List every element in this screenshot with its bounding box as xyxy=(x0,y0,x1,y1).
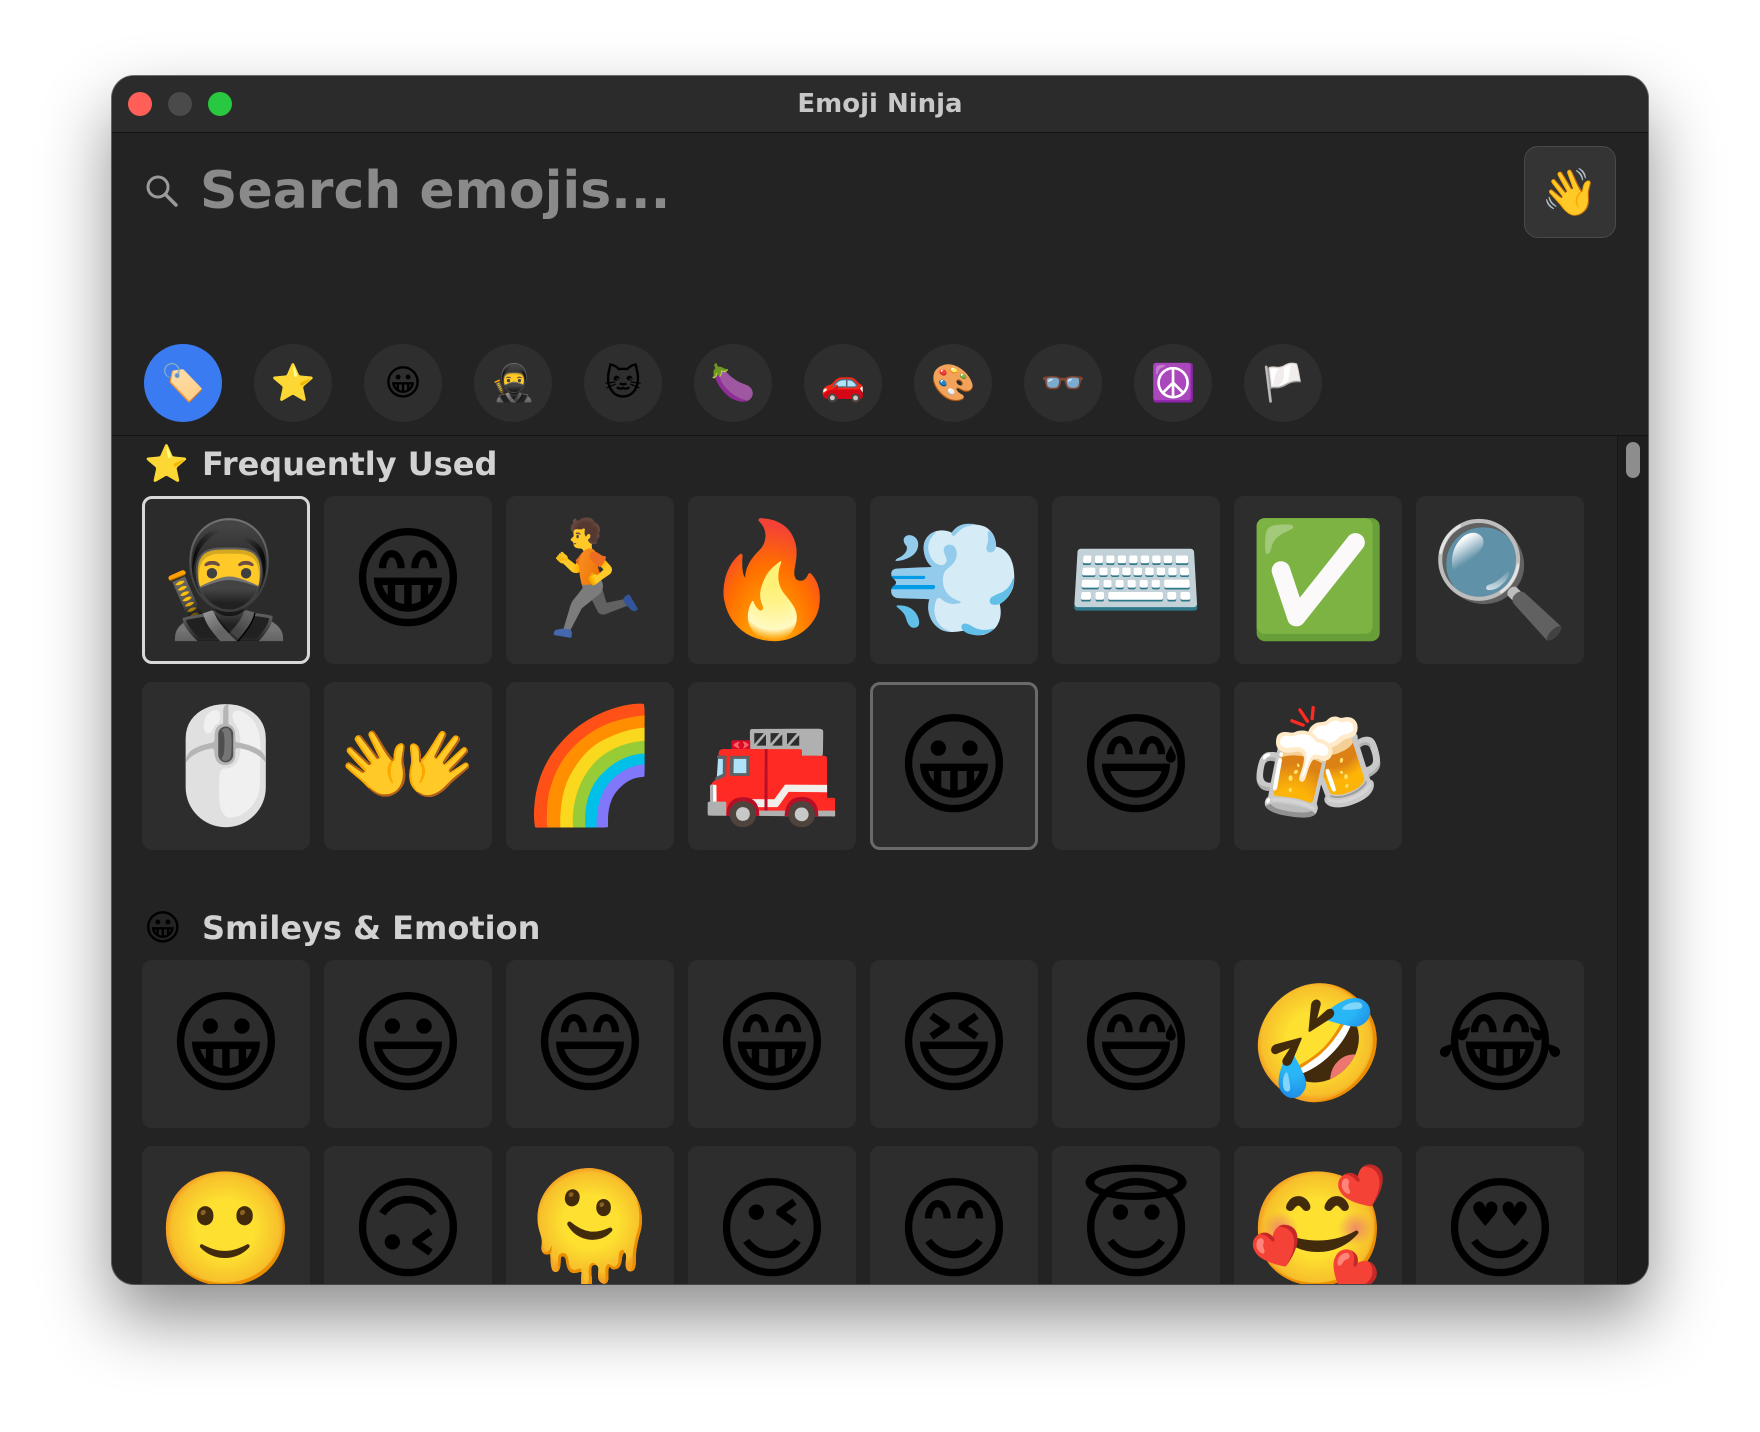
emoji-cell[interactable]: 😇 xyxy=(1052,1146,1220,1284)
category-tab-car[interactable]: 🚗 xyxy=(804,344,882,422)
emoji-cell[interactable]: 🥰 xyxy=(1234,1146,1402,1284)
emoji-cell[interactable]: 💨 xyxy=(870,496,1038,664)
emoji-cell[interactable]: 😁 xyxy=(324,496,492,664)
section-icon: ⭐ xyxy=(144,444,189,485)
emoji-cell[interactable]: 😅 xyxy=(1052,682,1220,850)
category-tab-glasses[interactable]: 👓 xyxy=(1024,344,1102,422)
emoji-cell[interactable]: 🌈 xyxy=(506,682,674,850)
emoji-cell[interactable]: 😍 xyxy=(1416,1146,1584,1284)
category-tab-smiley[interactable]: 😀 xyxy=(364,344,442,422)
emoji-cell[interactable]: 👐 xyxy=(324,682,492,850)
title-bar: Emoji Ninja xyxy=(112,76,1648,133)
emoji-cell[interactable]: ⌨️ xyxy=(1052,496,1220,664)
emoji-cell[interactable]: 🤣 xyxy=(1234,960,1402,1128)
emoji-cell[interactable]: 😀 xyxy=(142,960,310,1128)
emoji-cell[interactable]: 😅 xyxy=(1052,960,1220,1128)
skin-tone-button[interactable]: 👋 xyxy=(1524,146,1616,238)
window-title: Emoji Ninja xyxy=(797,89,963,119)
emoji-cell[interactable]: 😉 xyxy=(688,1146,856,1284)
category-tab-star[interactable]: ⭐ xyxy=(254,344,332,422)
emoji-cell[interactable]: 🖱️ xyxy=(142,682,310,850)
category-tab-ninja[interactable]: 🥷 xyxy=(474,344,552,422)
app-window: Emoji Ninja 👋 🏷️ ⭐ 😀 🥷 🐱 🍆 🚗 🎨 👓 ☮️ 🏳️ ⭐ Frequently… xyxy=(112,76,1648,1284)
emoji-cell[interactable]: 🥷 xyxy=(142,496,310,664)
emoji-cell[interactable]: 🔍 xyxy=(1416,496,1584,664)
category-tab-peace[interactable]: ☮️ xyxy=(1134,344,1212,422)
category-tab-palette[interactable]: 🎨 xyxy=(914,344,992,422)
scrollbar-thumb[interactable] xyxy=(1626,442,1640,478)
category-tab-cat[interactable]: 🐱 xyxy=(584,344,662,422)
section-header: 😀 Smileys & Emotion xyxy=(144,904,540,952)
emoji-cell[interactable]: 🏃 xyxy=(506,496,674,664)
emoji-cell[interactable]: 😊 xyxy=(870,1146,1038,1284)
category-tab-tag[interactable]: 🏷️ xyxy=(144,344,222,422)
emoji-cell[interactable]: 🫠 xyxy=(506,1146,674,1284)
emoji-cell[interactable]: ✅ xyxy=(1234,496,1402,664)
emoji-list[interactable]: ⭐ Frequently Used 🥷 😁 🏃 🔥 💨 ⌨️ ✅ 🔍 🖱️ 👐 🌈 🚒 😀 😅 🍻 😀 Smiley… xyxy=(112,436,1648,1284)
scrollbar[interactable] xyxy=(1617,436,1648,1284)
section-header: ⭐ Frequently Used xyxy=(144,440,497,488)
search-bar xyxy=(112,133,1648,253)
emoji-cell[interactable]: 🍻 xyxy=(1234,682,1402,850)
emoji-cell[interactable]: 🙃 xyxy=(324,1146,492,1284)
emoji-cell[interactable]: 😃 xyxy=(324,960,492,1128)
emoji-cell[interactable]: 🚒 xyxy=(688,682,856,850)
search-input[interactable] xyxy=(200,157,1300,225)
emoji-cell[interactable]: 😂 xyxy=(1416,960,1584,1128)
section-title: Smileys & Emotion xyxy=(202,909,541,947)
emoji-cell[interactable]: 🔥 xyxy=(688,496,856,664)
category-tab-eggplant[interactable]: 🍆 xyxy=(694,344,772,422)
section-icon: 😀 xyxy=(144,907,182,949)
section-title: Frequently Used xyxy=(202,445,498,483)
emoji-cell[interactable]: 🙂 xyxy=(142,1146,310,1284)
category-tab-flag[interactable]: 🏳️ xyxy=(1244,344,1322,422)
emoji-cell[interactable]: 😄 xyxy=(506,960,674,1128)
emoji-cell[interactable]: 😁 xyxy=(688,960,856,1128)
emoji-cell[interactable]: 😆 xyxy=(870,960,1038,1128)
search-icon xyxy=(146,175,178,207)
emoji-cell[interactable]: 😀 xyxy=(870,682,1038,850)
